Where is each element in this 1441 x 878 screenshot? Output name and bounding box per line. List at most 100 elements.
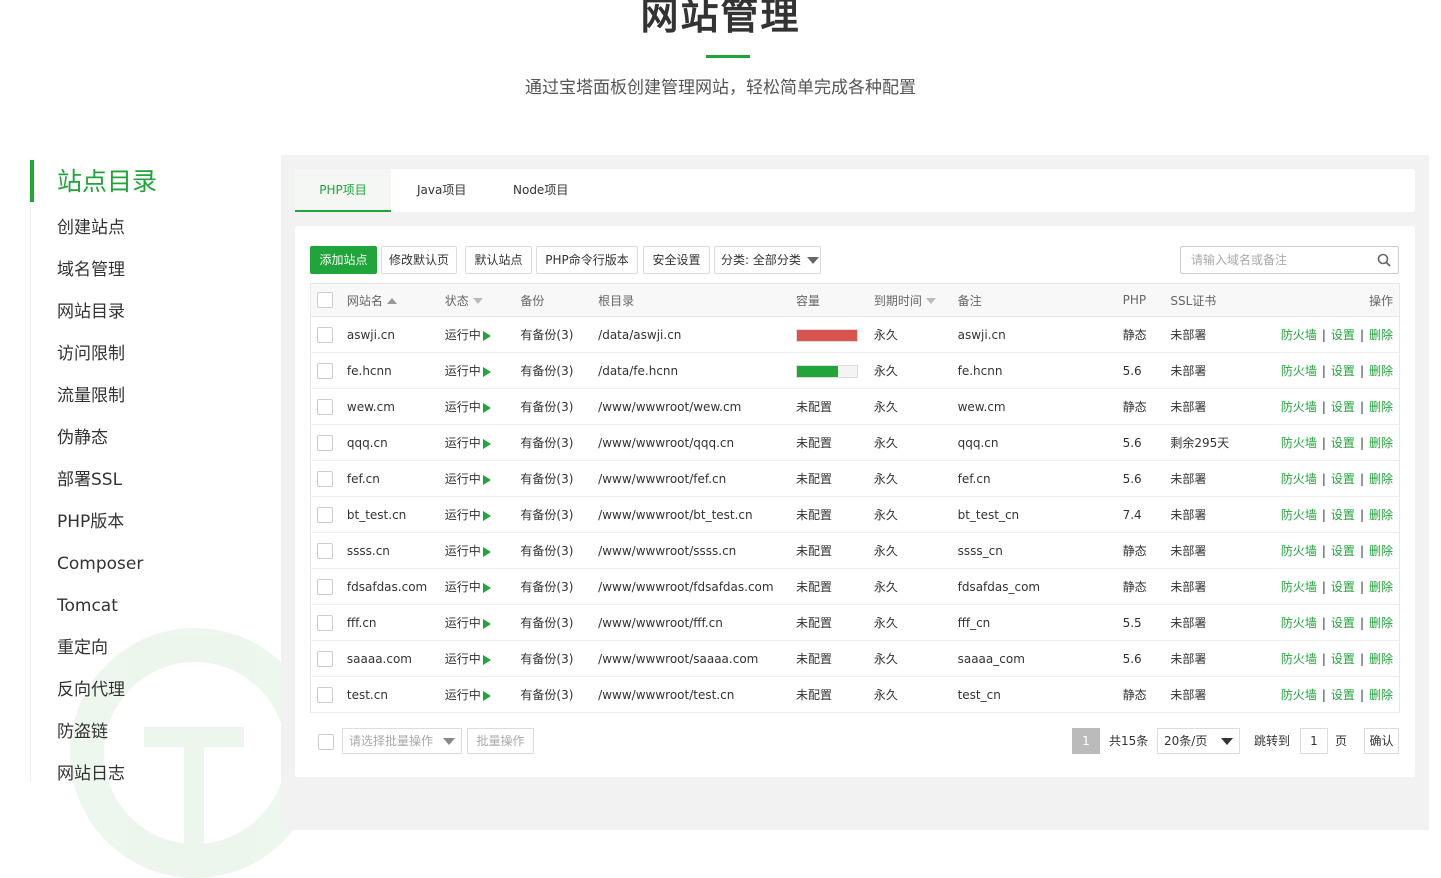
settings-link[interactable]: 设置 [1331,508,1355,522]
root-dir-link[interactable]: /www/wwwroot/fff.cn [592,604,790,641]
sidebar-item-12[interactable]: 防盗链 [57,720,108,744]
category-select[interactable]: 分类: 全部分类 [714,246,821,274]
site-name-link[interactable]: wew.cm [340,388,439,425]
sidebar-item-8[interactable]: Composer [57,552,143,576]
remark-cell[interactable]: fff_cn [951,604,1117,641]
ssl-status-link[interactable]: 剩余295天 [1164,424,1275,461]
ssl-status-link[interactable]: 未部署 [1164,496,1275,533]
status-toggle[interactable]: 运行中 [438,496,515,533]
firewall-link[interactable]: 防火墙 [1281,652,1317,666]
backup-link[interactable]: 有备份(3) [514,352,593,389]
status-toggle[interactable]: 运行中 [438,604,515,641]
delete-link[interactable]: 删除 [1369,580,1393,594]
ssl-status-link[interactable]: 未部署 [1164,316,1275,353]
row-checkbox[interactable] [317,686,333,703]
row-checkbox[interactable] [317,362,333,379]
status-toggle[interactable]: 运行中 [438,424,515,461]
php-version-link[interactable]: 静态 [1116,676,1165,713]
delete-link[interactable]: 删除 [1369,688,1393,702]
status-toggle[interactable]: 运行中 [438,352,515,389]
site-name-link[interactable]: test.cn [340,676,439,713]
expire-link[interactable]: 永久 [867,316,952,353]
modify-default-page-button[interactable]: 修改默认页 [381,246,457,274]
expire-link[interactable]: 永久 [867,496,952,533]
capacity-cell[interactable]: 未配置 [789,532,868,569]
row-checkbox[interactable] [317,614,333,631]
remark-cell[interactable]: fef.cn [951,460,1117,497]
status-toggle[interactable]: 运行中 [438,676,515,713]
remark-cell[interactable]: bt_test_cn [951,496,1117,533]
delete-link[interactable]: 删除 [1369,508,1393,522]
site-name-link[interactable]: aswji.cn [340,316,439,353]
site-name-link[interactable]: qqq.cn [340,424,439,461]
php-version-link[interactable]: 静态 [1116,388,1165,425]
col-status[interactable]: 状态 [438,283,515,317]
firewall-link[interactable]: 防火墙 [1281,328,1317,342]
expire-link[interactable]: 永久 [867,460,952,497]
row-checkbox[interactable] [317,470,333,487]
search-icon[interactable] [1377,253,1391,267]
remark-cell[interactable]: qqq.cn [951,424,1117,461]
sidebar-item-10[interactable]: 重定向 [57,636,108,660]
site-name-link[interactable]: fdsafdas.com [340,568,439,605]
php-version-link[interactable]: 5.5 [1116,604,1165,641]
capacity-cell[interactable]: 未配置 [789,460,868,497]
settings-link[interactable]: 设置 [1331,472,1355,486]
site-name-link[interactable]: bt_test.cn [340,496,439,533]
firewall-link[interactable]: 防火墙 [1281,580,1317,594]
backup-link[interactable]: 有备份(3) [514,460,593,497]
backup-link[interactable]: 有备份(3) [514,316,593,353]
default-site-button[interactable]: 默认站点 [465,246,532,274]
tab-php[interactable]: PHP项目 [295,169,391,212]
col-expire[interactable]: 到期时间 [867,283,952,317]
ssl-status-link[interactable]: 未部署 [1164,640,1275,677]
php-version-link[interactable]: 5.6 [1116,460,1165,497]
php-version-link[interactable]: 静态 [1116,316,1165,353]
sidebar-item-3[interactable]: 访问限制 [57,342,125,366]
ssl-status-link[interactable]: 未部署 [1164,352,1275,389]
firewall-link[interactable]: 防火墙 [1281,400,1317,414]
expire-link[interactable]: 永久 [867,424,952,461]
batch-operation-select[interactable]: 请选择批量操作 [342,728,462,754]
root-dir-link[interactable]: /www/wwwroot/saaaa.com [592,640,790,677]
firewall-link[interactable]: 防火墙 [1281,508,1317,522]
sidebar-item-5[interactable]: 伪静态 [57,426,108,450]
row-checkbox[interactable] [317,434,333,451]
firewall-link[interactable]: 防火墙 [1281,472,1317,486]
delete-link[interactable]: 删除 [1369,436,1393,450]
root-dir-link[interactable]: /www/wwwroot/qqq.cn [592,424,790,461]
sidebar-item-7[interactable]: PHP版本 [57,510,124,534]
settings-link[interactable]: 设置 [1331,616,1355,630]
site-name-link[interactable]: saaaa.com [340,640,439,677]
remark-cell[interactable]: wew.cm [951,388,1117,425]
firewall-link[interactable]: 防火墙 [1281,616,1317,630]
remark-cell[interactable]: fdsafdas_com [951,568,1117,605]
backup-link[interactable]: 有备份(3) [514,388,593,425]
site-name-link[interactable]: ssss.cn [340,532,439,569]
backup-link[interactable]: 有备份(3) [514,424,593,461]
capacity-cell[interactable]: 未配置 [789,676,868,713]
remark-cell[interactable]: aswji.cn [951,316,1117,353]
sidebar-item-0[interactable]: 创建站点 [57,216,125,240]
col-name[interactable]: 网站名 [340,283,439,317]
php-version-link[interactable]: 静态 [1116,568,1165,605]
ssl-status-link[interactable]: 未部署 [1164,568,1275,605]
site-name-link[interactable]: fef.cn [340,460,439,497]
expire-link[interactable]: 永久 [867,604,952,641]
row-checkbox[interactable] [317,326,333,343]
ssl-status-link[interactable]: 未部署 [1164,676,1275,713]
root-dir-link[interactable]: /www/wwwroot/bt_test.cn [592,496,790,533]
expire-link[interactable]: 永久 [867,640,952,677]
sidebar-item-2[interactable]: 网站目录 [57,300,125,324]
ssl-status-link[interactable]: 未部署 [1164,532,1275,569]
select-all-checkbox[interactable] [317,292,333,308]
backup-link[interactable]: 有备份(3) [514,568,593,605]
row-checkbox[interactable] [317,398,333,415]
settings-link[interactable]: 设置 [1331,364,1355,378]
remark-cell[interactable]: test_cn [951,676,1117,713]
sidebar-item-4[interactable]: 流量限制 [57,384,125,408]
delete-link[interactable]: 删除 [1369,652,1393,666]
delete-link[interactable]: 删除 [1369,544,1393,558]
expire-link[interactable]: 永久 [867,388,952,425]
tab-node[interactable]: Node项目 [513,169,568,212]
